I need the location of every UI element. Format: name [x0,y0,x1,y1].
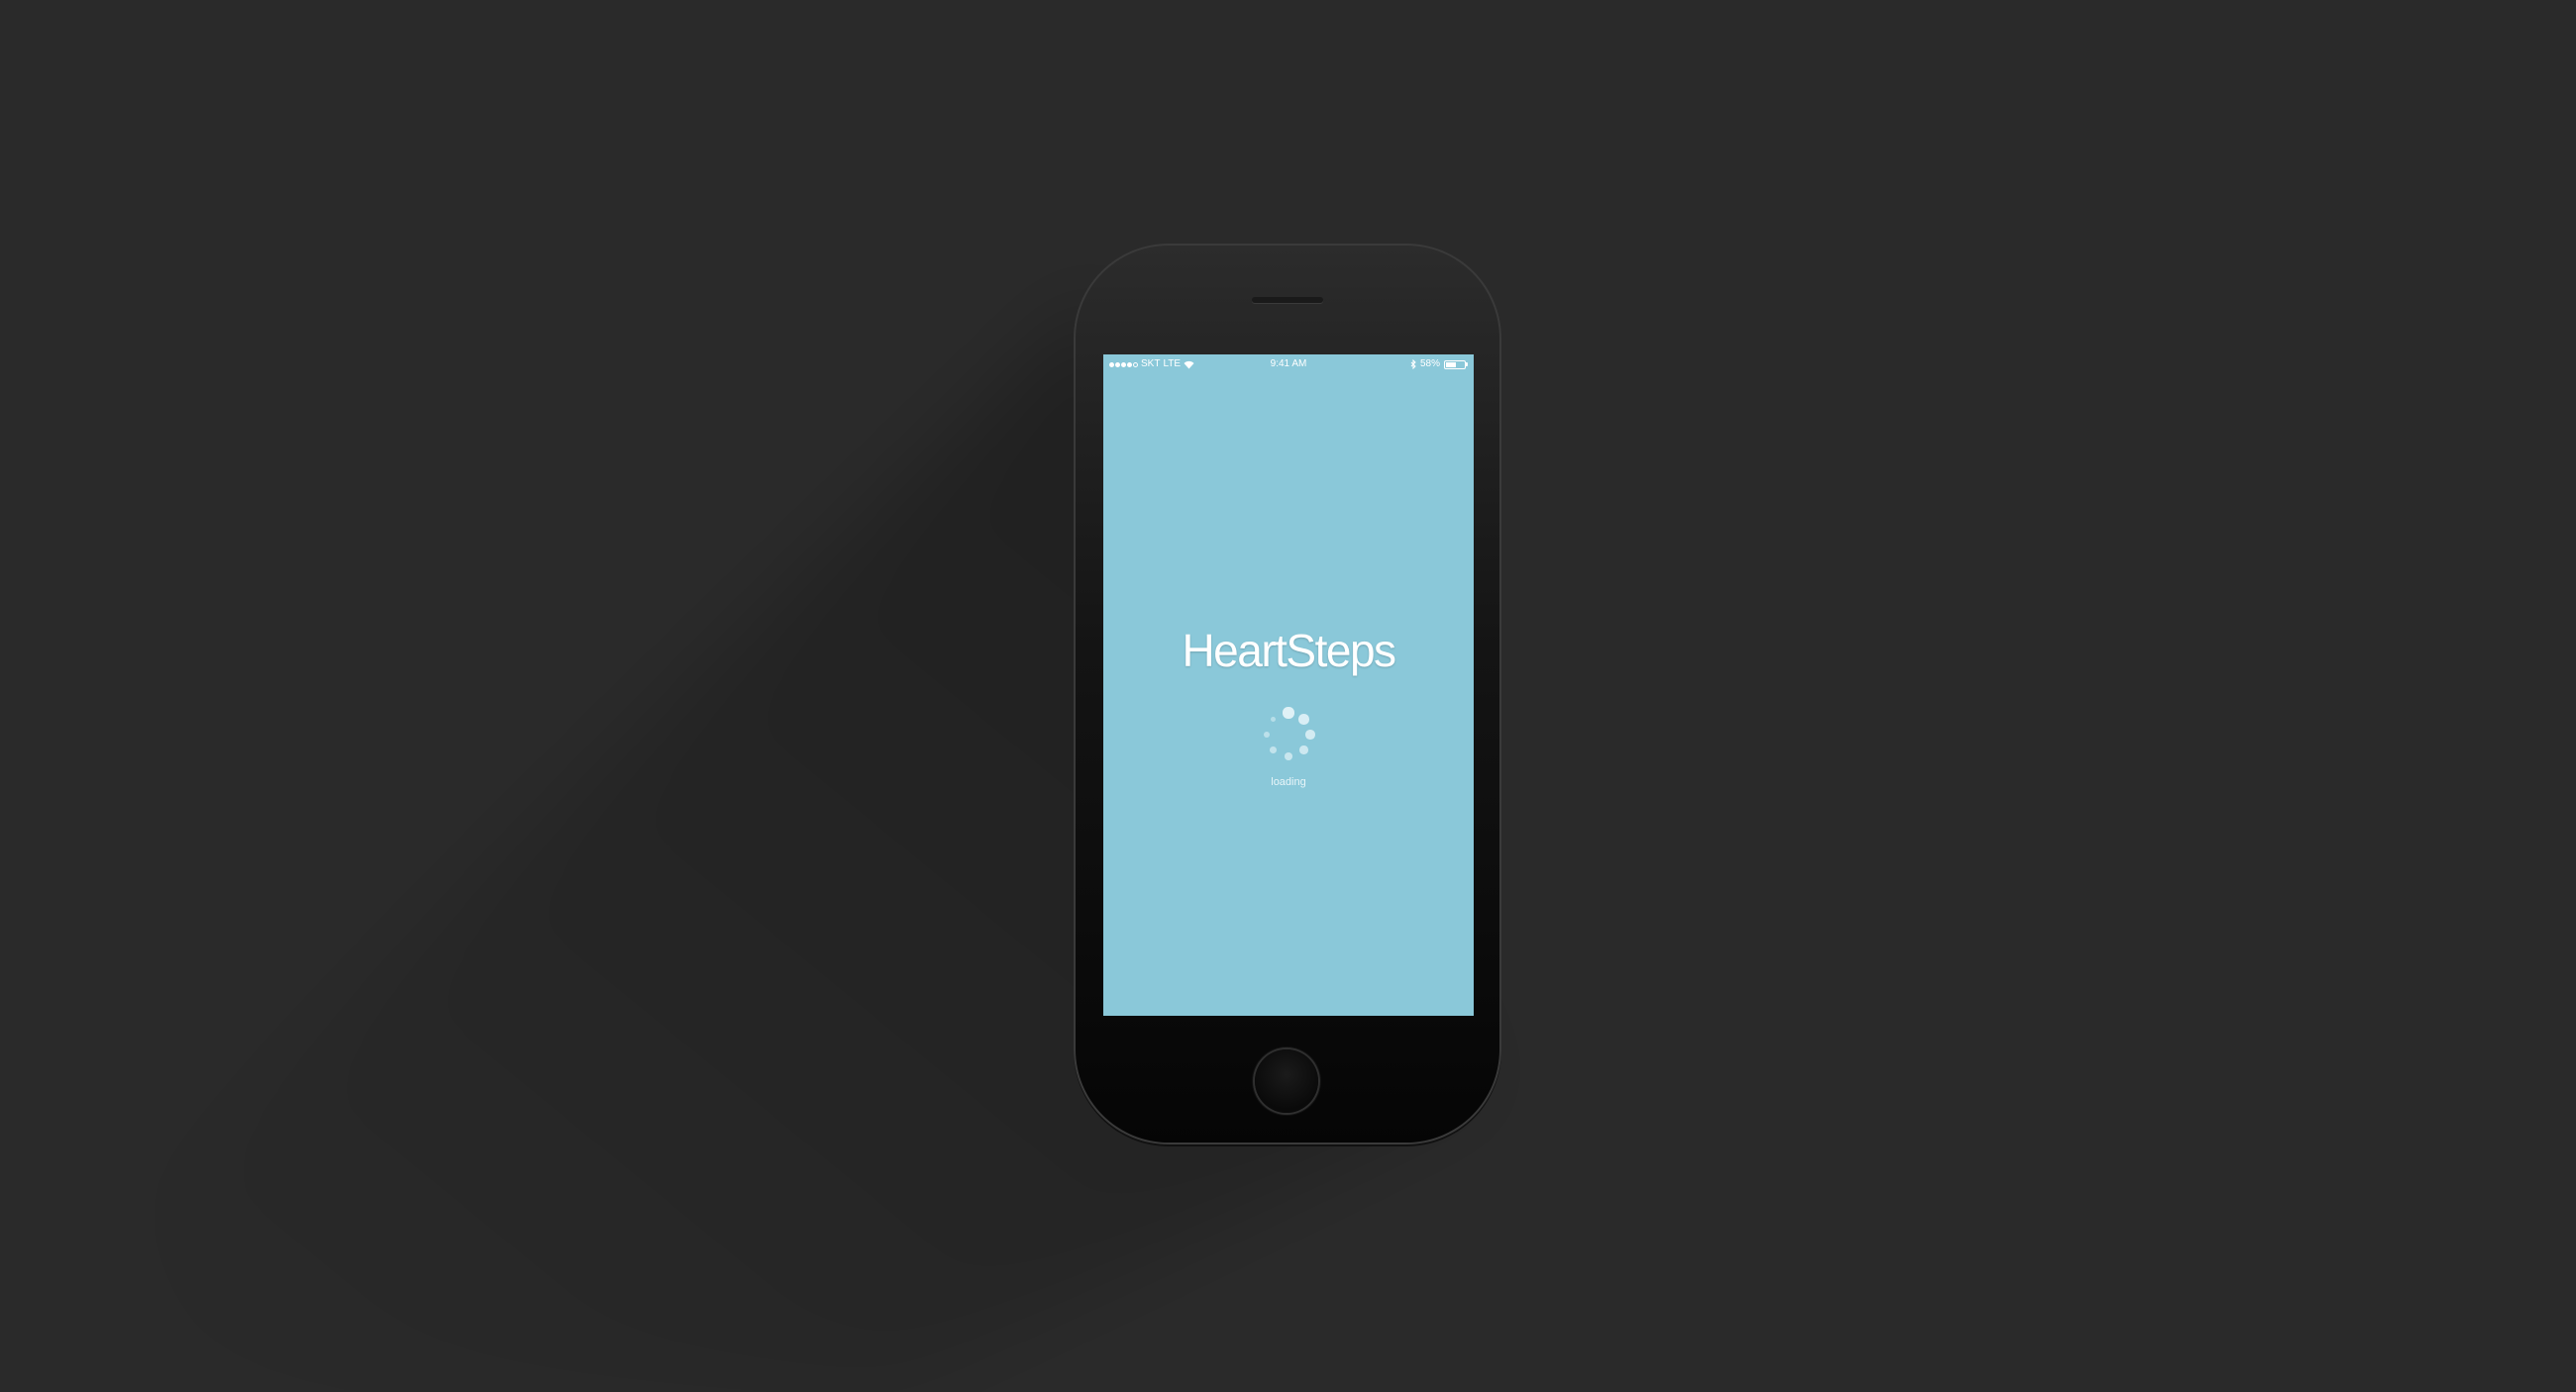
spinner-dot [1305,730,1315,740]
battery-percent: 58% [1419,358,1440,369]
spinner-dot [1264,732,1270,738]
stage-background: SKT LTE 9:41 AM 58% HeartSteps loading [0,0,2576,1392]
bluetooth-icon [1410,359,1416,369]
spinner-dot [1298,714,1309,725]
spinner-dot [1270,716,1276,722]
phone-screen: SKT LTE 9:41 AM 58% HeartSteps loading [1103,354,1474,1016]
spinner-dot [1270,746,1277,753]
loading-spinner-icon [1259,705,1318,764]
spinner-dot [1285,752,1292,760]
status-bar: SKT LTE 9:41 AM 58% [1103,354,1474,374]
loading-label: loading [1271,776,1306,788]
app-title: HeartSteps [1182,625,1396,676]
phone-speaker [1252,297,1323,303]
home-button[interactable] [1255,1049,1318,1113]
battery-icon [1444,359,1466,369]
spinner-dot [1283,707,1294,719]
spinner-dot [1299,746,1308,754]
phone-device: SKT LTE 9:41 AM 58% HeartSteps loading [1074,244,1501,1144]
battery-tip [1466,362,1468,366]
status-right: 58% [1410,354,1468,374]
